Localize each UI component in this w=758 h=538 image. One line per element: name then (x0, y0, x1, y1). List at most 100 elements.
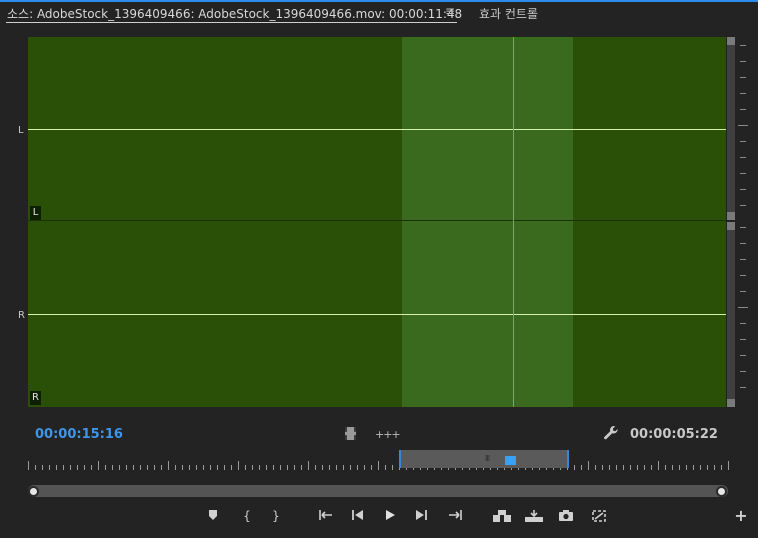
ruler-tick (63, 465, 64, 470)
ruler-tick (637, 465, 638, 470)
ruler-tick (84, 465, 85, 470)
plus-icon: + (734, 506, 748, 525)
ruler-tick (203, 465, 204, 470)
go-to-out-button[interactable] (445, 507, 463, 525)
playhead-line[interactable] (513, 37, 514, 407)
mark-in-icon: { (243, 509, 251, 523)
tab-source-monitor[interactable]: 소스: AdobeStock_1396409466: AdobeStock_13… (7, 5, 462, 22)
amplitude-tick (740, 141, 746, 142)
insert-icon (493, 510, 511, 522)
ruler-tick (189, 465, 190, 470)
mark-in-button[interactable]: { (241, 507, 253, 525)
ruler-tick (700, 465, 701, 470)
ruler-tick (588, 461, 589, 470)
ruler-tick (49, 465, 50, 470)
step-forward-button[interactable] (413, 507, 429, 525)
ruler-tick (364, 465, 365, 470)
ruler-tick (616, 465, 617, 470)
ruler-tick (182, 465, 183, 470)
button-editor-button[interactable]: + (733, 507, 749, 525)
ruler-tick (315, 465, 316, 470)
ruler-tick (147, 465, 148, 470)
ruler-tick (56, 465, 57, 470)
amplitude-tick (738, 307, 748, 308)
overwrite-button[interactable] (523, 507, 545, 525)
amplitude-tick (740, 157, 746, 158)
right-scroll-top-handle[interactable] (727, 222, 735, 230)
mark-out-icon: } (272, 509, 280, 523)
step-back-button[interactable] (350, 507, 366, 525)
audio-waveform-display[interactable]: L R (28, 37, 726, 407)
ruler-tick (686, 465, 687, 470)
ruler-tick (210, 465, 211, 470)
left-channel-tag: L (30, 206, 41, 220)
amplitude-tick (740, 355, 746, 356)
right-channel-scrollbar[interactable] (727, 222, 735, 407)
ruler-tick (301, 465, 302, 470)
insert-button[interactable] (491, 507, 513, 525)
ruler-tick (231, 465, 232, 470)
ruler-tick (651, 465, 652, 470)
playhead-marker[interactable] (505, 456, 516, 465)
ruler-tick (28, 461, 29, 470)
amplitude-tick (740, 243, 746, 244)
left-scroll-bottom-handle[interactable] (727, 212, 735, 220)
active-tab-underline (6, 22, 457, 23)
playhead-timecode[interactable]: 00:00:15:16 (35, 427, 123, 442)
ruler-tick (259, 465, 260, 470)
amplitude-tick (740, 45, 746, 46)
ruler-tick (658, 461, 659, 470)
amplitude-tick (740, 61, 746, 62)
play-button[interactable] (382, 507, 398, 525)
ruler-tick (252, 465, 253, 470)
go-to-out-icon (449, 510, 462, 520)
ruler-tick (385, 465, 386, 470)
navigation-start-knob[interactable] (28, 486, 39, 497)
ruler-tick (623, 465, 624, 470)
amplitude-tick (740, 173, 746, 174)
go-to-in-button[interactable] (318, 507, 336, 525)
mark-out-button[interactable]: } (270, 507, 282, 525)
zoom-grip-icon: III (485, 454, 490, 463)
ruler-tick (280, 465, 281, 470)
channel-label-left: L (18, 125, 24, 136)
ruler-tick (196, 465, 197, 470)
zoom-scroll-bar[interactable]: III (399, 450, 569, 468)
add-marker-button[interactable] (206, 507, 220, 525)
ruler-tick (343, 465, 344, 470)
navigation-bar[interactable] (28, 485, 728, 497)
right-scroll-bottom-handle[interactable] (727, 399, 735, 407)
wrench-icon[interactable] (603, 425, 619, 445)
channel-label-right: R (18, 310, 25, 321)
channel-divider (28, 220, 726, 221)
ruler-tick (273, 465, 274, 470)
amplitude-tick (738, 125, 748, 126)
amplitude-ruler (738, 37, 750, 407)
panel-menu-icon[interactable]: ≡ (445, 4, 455, 18)
left-channel-scrollbar[interactable] (727, 37, 735, 220)
audio-waveform-icon[interactable]: +++ (375, 428, 401, 441)
right-channel-tag: R (30, 391, 41, 405)
step-forward-icon (416, 510, 427, 520)
ruler-tick (595, 465, 596, 470)
left-scroll-top-handle[interactable] (727, 37, 735, 45)
amplitude-tick (740, 77, 746, 78)
ruler-tick (126, 465, 127, 470)
proxy-toggle-button[interactable] (590, 507, 608, 525)
ruler-tick (644, 465, 645, 470)
ruler-tick (336, 465, 337, 470)
export-frame-button[interactable] (557, 507, 575, 525)
tab-effect-controls[interactable]: 효과 컨트롤 (479, 5, 538, 22)
ruler-tick (630, 465, 631, 470)
ruler-tick (77, 465, 78, 470)
film-icon[interactable] (345, 427, 356, 440)
ruler-tick (707, 465, 708, 470)
ruler-tick (175, 465, 176, 470)
amplitude-tick (740, 291, 746, 292)
navigation-end-knob[interactable] (716, 486, 727, 497)
ruler-tick (350, 465, 351, 470)
go-to-in-icon (319, 510, 332, 520)
play-icon (386, 510, 395, 520)
time-ruler[interactable] (28, 458, 729, 470)
ruler-tick (91, 465, 92, 470)
